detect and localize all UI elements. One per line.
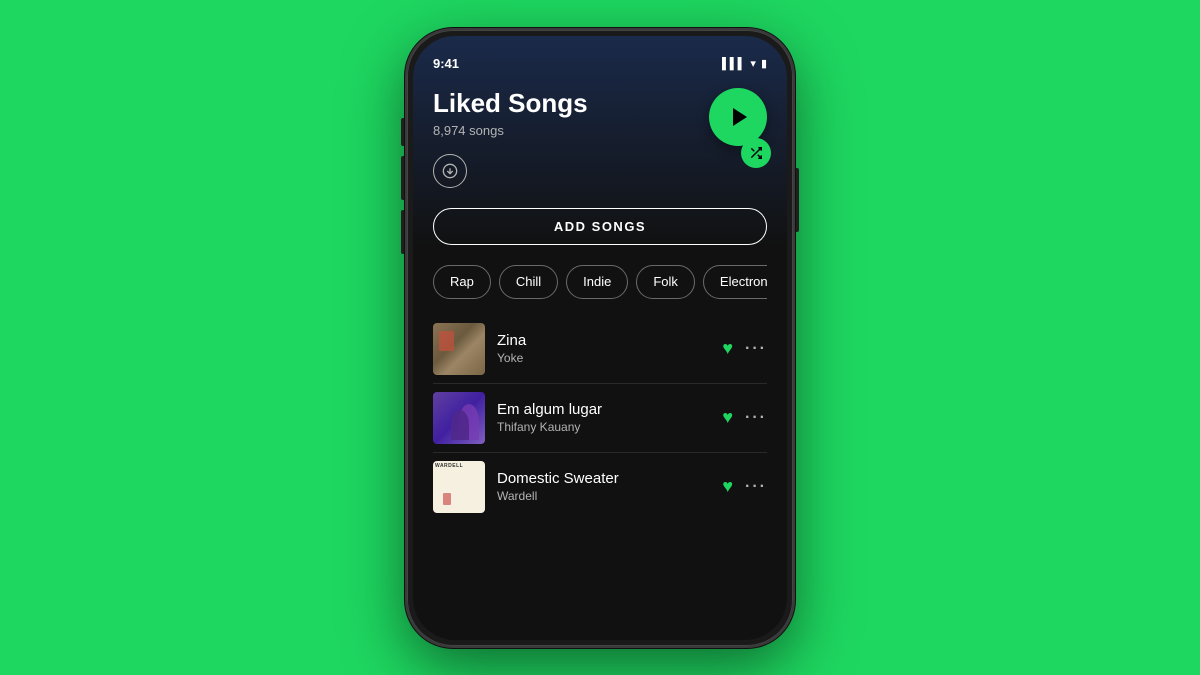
song-artist-em: Thifany Kauany <box>497 420 710 434</box>
song-item-zina[interactable]: Zina Yoke ♥ ··· <box>433 315 767 383</box>
song-artist-zina: Yoke <box>497 351 710 365</box>
content-area: Liked Songs 8,974 songs <box>413 80 787 521</box>
power-button <box>795 168 799 232</box>
download-button[interactable] <box>433 154 467 188</box>
song-info-zina: Zina Yoke <box>497 332 710 365</box>
genre-label-chill: Chill <box>516 274 541 289</box>
play-icon <box>728 105 752 129</box>
song-actions-zina: ♥ ··· <box>722 338 767 359</box>
song-title-zina: Zina <box>497 332 710 349</box>
signal-icon: ▌▌▌ <box>722 58 745 70</box>
actions-row <box>433 154 767 188</box>
genre-chip-indie[interactable]: Indie <box>566 265 628 299</box>
genre-chip-folk[interactable]: Folk <box>636 265 695 299</box>
genre-label-folk: Folk <box>653 274 678 289</box>
genre-chip-chill[interactable]: Chill <box>499 265 558 299</box>
genre-label-electronic: Electronic <box>720 274 767 289</box>
genre-chips: Rap Chill Indie Folk Electronic <box>433 265 767 299</box>
screen: 9:41 ▌▌▌ ▾ ▮ Liked Songs 8,974 songs <box>413 36 787 640</box>
download-icon <box>442 163 458 179</box>
more-icon-domestic[interactable]: ··· <box>745 478 767 496</box>
song-info-em: Em algum lugar Thifany Kauany <box>497 401 710 434</box>
song-title-em: Em algum lugar <box>497 401 710 418</box>
song-item-em[interactable]: Em algum lugar Thifany Kauany ♥ ··· <box>433 384 767 452</box>
more-icon-zina[interactable]: ··· <box>745 340 767 358</box>
genre-chip-rap[interactable]: Rap <box>433 265 491 299</box>
status-bar: 9:41 ▌▌▌ ▾ ▮ <box>413 36 787 80</box>
song-art-em <box>433 392 485 444</box>
song-actions-em: ♥ ··· <box>722 407 767 428</box>
genre-label-rap: Rap <box>450 274 474 289</box>
status-time: 9:41 <box>433 56 459 71</box>
phone-frame: 9:41 ▌▌▌ ▾ ▮ Liked Songs 8,974 songs <box>405 28 795 648</box>
genre-chip-electronic[interactable]: Electronic <box>703 265 767 299</box>
shuffle-button[interactable] <box>741 138 771 168</box>
battery-icon: ▮ <box>761 57 767 70</box>
song-art-zina <box>433 323 485 375</box>
song-actions-domestic: ♥ ··· <box>722 476 767 497</box>
heart-icon-zina[interactable]: ♥ <box>722 338 733 359</box>
more-icon-em[interactable]: ··· <box>745 409 767 427</box>
song-list: Zina Yoke ♥ ··· Em algum lugar <box>433 315 767 521</box>
shuffle-icon <box>749 146 763 160</box>
add-songs-label: ADD SONGS <box>554 219 646 234</box>
add-songs-button[interactable]: ADD SONGS <box>433 208 767 245</box>
heart-icon-domestic[interactable]: ♥ <box>722 476 733 497</box>
song-title-domestic: Domestic Sweater <box>497 470 710 487</box>
wifi-icon: ▾ <box>750 57 756 70</box>
phone-mockup: 9:41 ▌▌▌ ▾ ▮ Liked Songs 8,974 songs <box>405 28 795 648</box>
song-info-domestic: Domestic Sweater Wardell <box>497 470 710 503</box>
play-button[interactable] <box>709 88 767 146</box>
heart-icon-em[interactable]: ♥ <box>722 407 733 428</box>
song-art-domestic <box>433 461 485 513</box>
genre-label-indie: Indie <box>583 274 611 289</box>
status-icons: ▌▌▌ ▾ ▮ <box>722 57 767 70</box>
song-artist-domestic: Wardell <box>497 489 710 503</box>
song-item-domestic[interactable]: Domestic Sweater Wardell ♥ ··· <box>433 453 767 521</box>
